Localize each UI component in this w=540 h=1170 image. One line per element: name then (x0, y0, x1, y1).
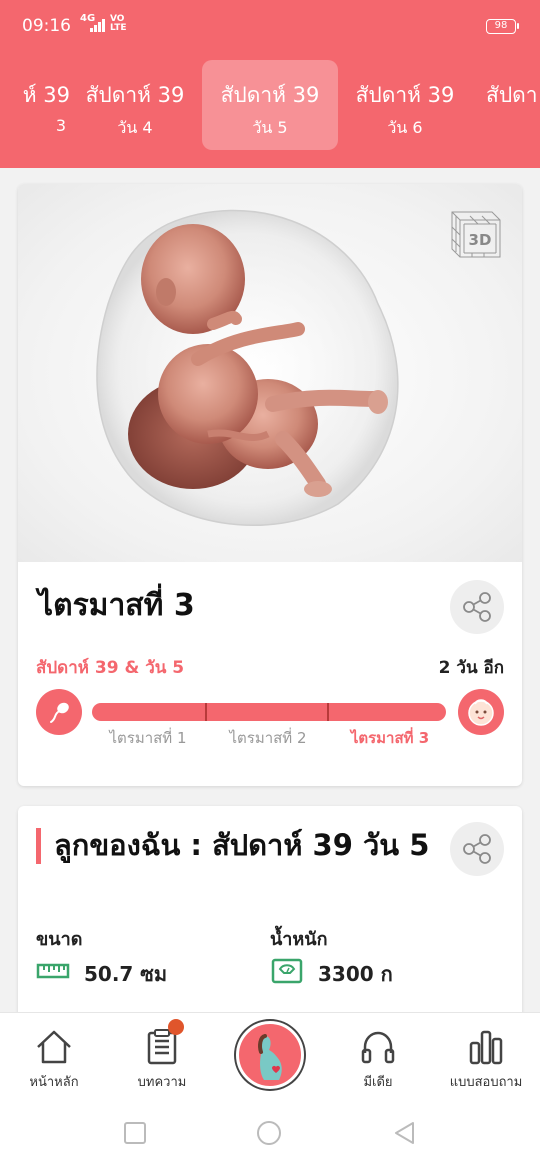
nav-home-label: หน้าหลัก (29, 1075, 79, 1090)
tab-day-5[interactable]: สัปดาห์ 39 วัน 5 (202, 60, 338, 150)
tab-day-6[interactable]: สัปดาห์ 39 วัน 6 (337, 60, 473, 150)
tab-day-label: วัน 4 (117, 118, 153, 137)
baby-face-icon (468, 699, 494, 726)
progress-label: สัปดาห์ 39 & วัน 5 (36, 658, 185, 678)
trimester-card: 3D ไตรมาสที่ 3 สัปดาห์ 39 & วัน 5 2 วัน … (18, 184, 522, 786)
share-icon (463, 834, 491, 864)
status-bar: 09:16 4G VO LTE 98 (0, 0, 540, 52)
weight-value: 3300 ก (318, 962, 393, 986)
trimester-1-label: ไตรมาสที่ 1 (109, 729, 187, 747)
trimester-divider (327, 703, 329, 721)
nav-survey-label: แบบสอบถาม (449, 1075, 523, 1090)
birth-icon (458, 689, 504, 735)
tab-week-label: สัปดา (486, 83, 538, 107)
bottom-navigation: หน้าหลัก บทความ มีเดีย แบบสอบถาม (0, 1012, 540, 1100)
size-value: 50.7 ซม (84, 962, 168, 986)
bar-chart-icon (469, 1030, 503, 1065)
header: 09:16 4G VO LTE 98 ห์ 39 3 สัปดาห์ 39 วั… (0, 0, 540, 168)
trimester-2-label: ไตรมาสที่ 2 (229, 729, 307, 747)
nav-survey[interactable]: แบบสอบถาม (432, 1013, 540, 1101)
ruler-icon (36, 963, 70, 979)
tab-week-label: สัปดาห์ 39 (85, 83, 185, 107)
pregnancy-progress-bar (92, 703, 446, 721)
sperm-icon (50, 702, 69, 723)
scale-icon (271, 958, 303, 984)
tab-day-label: วัน 5 (252, 118, 288, 137)
trimester-divider (205, 703, 207, 721)
tab-week-label: สัปดาห์ 39 (355, 83, 455, 107)
nav-media[interactable]: มีเดีย (324, 1013, 432, 1101)
size-label: ขนาด (36, 929, 83, 950)
fetus-3d-image[interactable]: 3D (18, 184, 522, 562)
status-time: 09:16 (22, 16, 71, 36)
recent-apps-icon[interactable] (122, 1120, 148, 1146)
tab-day-7[interactable]: สัปดา (472, 60, 540, 150)
tab-day-4[interactable]: สัปดาห์ 39 วัน 4 (67, 60, 203, 150)
conception-icon (36, 689, 82, 735)
days-remaining: 2 วัน อีก (438, 658, 504, 678)
tab-week-label: สัปดาห์ 39 (220, 83, 320, 107)
system-navigation-bar (0, 1100, 540, 1170)
headphones-icon (361, 1031, 395, 1064)
share-icon (463, 592, 491, 622)
3d-badge-text: 3D (469, 231, 492, 249)
share-button[interactable] (450, 580, 504, 634)
nav-home[interactable]: หน้าหลัก (0, 1013, 108, 1101)
weight-label: น้ำหนัก (270, 929, 328, 950)
baby-week-title: ลูกของฉัน : สัปดาห์ 39 วัน 5 (54, 828, 430, 862)
battery-icon: 98 (486, 19, 519, 34)
pregnant-woman-icon (258, 1034, 282, 1080)
trimester-3-label: ไตรมาสที่ 3 (350, 729, 430, 747)
3d-view-icon[interactable]: 3D (442, 202, 504, 264)
nav-pregnancy-button[interactable] (236, 1021, 304, 1089)
share-button[interactable] (450, 822, 504, 876)
volte-indicator: VO LTE (110, 14, 127, 33)
nav-articles[interactable]: บทความ (108, 1013, 216, 1101)
signal-icon (90, 18, 106, 32)
notification-dot (168, 1019, 184, 1035)
home-button-icon[interactable] (256, 1120, 282, 1146)
week-day-tabs[interactable]: ห์ 39 3 สัปดาห์ 39 วัน 4 สัปดาห์ 39 วัน … (0, 60, 540, 152)
my-baby-card: ลูกของฉัน : สัปดาห์ 39 วัน 5 ขนาด 50.7 ซ… (18, 806, 522, 1026)
nav-articles-label: บทความ (137, 1075, 187, 1090)
nav-media-label: มีเดีย (363, 1075, 393, 1090)
tab-day-label: วัน 6 (387, 118, 423, 137)
home-icon (37, 1030, 71, 1064)
trimester-title: ไตรมาสที่ 3 (38, 588, 195, 623)
accent-bar (36, 828, 41, 864)
back-icon[interactable] (392, 1120, 418, 1146)
